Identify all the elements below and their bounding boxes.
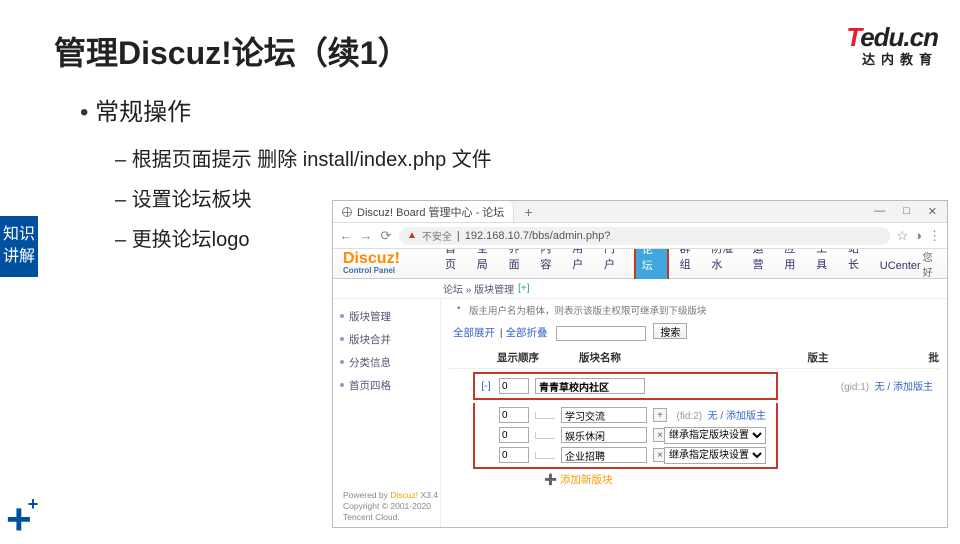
breadcrumb: 论坛 » 版块管理 [+] — [333, 279, 947, 299]
window-maximize-icon[interactable]: □ — [903, 205, 910, 218]
nav-item-3[interactable]: 内容 — [538, 249, 561, 278]
content: 版主用户名为粗体，则表示该版主权限可继承到下级版块 全部展开 | 全部折叠 搜索… — [441, 299, 947, 527]
order-input-2[interactable] — [499, 427, 529, 443]
address-bar: ← → ⟳ ▲ 不安全 | 192.168.10.7/bbs/admin.php… — [333, 223, 947, 249]
bookmark-icon[interactable]: ☆ — [896, 228, 908, 244]
top-nav: Discuz! Control Panel 首页全局界面内容用户门户论坛群组防灌… — [333, 249, 947, 279]
order-input-3[interactable] — [499, 447, 529, 463]
owner-link-0[interactable]: 无 / 添加版主 — [875, 382, 933, 393]
window-minimize-icon[interactable]: — — [874, 205, 885, 218]
nav-item-1[interactable]: 全局 — [475, 249, 498, 278]
nav-item-0[interactable]: 首页 — [443, 249, 466, 278]
nav-item-7[interactable]: 群组 — [678, 249, 701, 278]
forward-button[interactable]: → — [359, 228, 373, 243]
nav-item-4[interactable]: 用户 — [570, 249, 593, 278]
bullet-main: 常规操作 — [80, 92, 191, 127]
crumb-expand[interactable]: [+] — [518, 283, 529, 294]
sidebar-item-2[interactable]: 分类信息 — [333, 351, 440, 374]
head-name: 版块名称 — [579, 350, 621, 365]
insecure-label: 不安全 — [422, 228, 452, 243]
footer: Powered by Discuz! X3.4 Copyright © 2001… — [343, 490, 443, 523]
crumb-text: 论坛 » 版块管理 — [443, 281, 514, 296]
footer-l1: Powered by — [343, 490, 390, 500]
nav-item-2[interactable]: 界面 — [507, 249, 530, 278]
nav-item-10[interactable]: 应用 — [782, 249, 805, 278]
search-input[interactable] — [556, 326, 646, 341]
tab-title: Discuz! Board 管理中心 - 论坛 — [357, 204, 504, 220]
nav-item-6[interactable]: 论坛 — [634, 249, 669, 279]
browser-tab[interactable]: Discuz! Board 管理中心 - 论坛 — [333, 201, 514, 222]
brand-logo: Tedu.cn 达内教育 — [846, 22, 938, 68]
hello-text: 您好 — [923, 249, 947, 279]
slide-title: 管理Discuz!论坛（续1） — [54, 28, 410, 74]
url-field[interactable]: ▲ 不安全 | 192.168.10.7/bbs/admin.php? — [399, 227, 890, 245]
head-batch: 批 — [929, 350, 940, 365]
sidebar-item-1[interactable]: 版块合并 — [333, 328, 440, 351]
logo-t: T — [846, 22, 860, 52]
footer-l2: Copyright © 2001-2020 — [343, 501, 443, 512]
globe-icon — [342, 207, 352, 217]
logo-rest: edu.cn — [860, 22, 938, 52]
menu-icon[interactable]: ⋮ — [928, 228, 941, 244]
discuz-brand: Discuz! Control Panel — [343, 251, 400, 275]
table-head: 显示顺序 版块名称 版主 批 — [449, 347, 939, 369]
gid-1: (fid:2) — [677, 411, 703, 422]
nav-item-9[interactable]: 运营 — [751, 249, 774, 278]
warning-icon: ▲ — [407, 230, 417, 241]
expand-all-link[interactable]: 全部展开 — [453, 327, 495, 339]
head-order: 显示顺序 — [497, 350, 539, 365]
name-input-1[interactable] — [561, 407, 647, 423]
owner-link-1[interactable]: 无 / 添加版主 — [708, 411, 766, 422]
nav-item-13[interactable]: UCenter — [878, 254, 923, 278]
new-tab-button[interactable]: + — [524, 204, 532, 220]
gid-0: (gid:1) — [841, 382, 869, 393]
corner-decor: ++ — [6, 507, 42, 534]
inherit-select-3[interactable]: 继承指定版块设置 — [664, 447, 766, 464]
highlight-box: [-] — [473, 372, 778, 400]
collapse-all-link[interactable]: 全部折叠 — [506, 327, 548, 339]
reload-button[interactable]: ⟳ — [379, 228, 393, 244]
footer-l3: Tencent Cloud. — [343, 512, 443, 523]
titlebar: Discuz! Board 管理中心 - 论坛 + — □ ✕ — [333, 201, 947, 223]
window-close-icon[interactable]: ✕ — [928, 205, 937, 218]
browser-window: Discuz! Board 管理中心 - 论坛 + — □ ✕ ← → ⟳ ▲ … — [332, 200, 948, 528]
forum-row-0: [-] — [479, 376, 772, 396]
url-text: 192.168.10.7/bbs/admin.php? — [465, 230, 611, 242]
plus-icon: ➕ — [544, 474, 557, 486]
side-tab: 知识讲解 — [0, 216, 38, 277]
head-owner: 版主 — [808, 350, 829, 365]
add-child-button[interactable]: + — [653, 408, 667, 422]
name-input-3[interactable] — [561, 447, 647, 463]
sub-1: 根据页面提示 删除 install/index.php 文件 — [115, 140, 492, 180]
tree-line-icon — [535, 432, 555, 439]
sidebar-item-0[interactable]: 版块管理 — [333, 305, 440, 328]
highlight-box-2: + (fid:2) 无 / 添加版主 — [473, 403, 778, 469]
add-new-label: 添加新版块 — [560, 474, 613, 486]
order-input-1[interactable] — [499, 407, 529, 423]
name-input-0[interactable] — [535, 378, 645, 394]
profile-icon[interactable]: ◑ — [914, 228, 922, 243]
nav-item-5[interactable]: 门户 — [602, 249, 625, 278]
nav-item-12[interactable]: 站长 — [846, 249, 869, 278]
tree-line-icon — [535, 452, 555, 459]
back-button[interactable]: ← — [339, 228, 353, 243]
tree-line-icon — [535, 412, 555, 419]
search-button[interactable]: 搜索 — [653, 323, 687, 339]
brand-sub: Control Panel — [343, 267, 400, 275]
order-input-0[interactable] — [499, 378, 529, 394]
nav-item-8[interactable]: 防灌水 — [709, 249, 741, 278]
brand-main: Discuz! — [343, 251, 400, 267]
collapse-toggle[interactable]: [-] — [479, 380, 493, 392]
sidebar: 版块管理版块合并分类信息首页四格 Powered by Discuz! X3.4… — [333, 299, 441, 527]
nav-item-11[interactable]: 工具 — [814, 249, 837, 278]
name-input-2[interactable] — [561, 427, 647, 443]
sidebar-item-3[interactable]: 首页四格 — [333, 374, 440, 397]
inherit-select-2[interactable]: 继承指定版块设置 — [664, 427, 766, 444]
expand-line: 全部展开 | 全部折叠 搜索 — [453, 323, 939, 341]
tip: 版主用户名为粗体，则表示该版主权限可继承到下级版块 — [449, 303, 939, 317]
add-new-forum[interactable]: ➕ 添加新版块 — [449, 472, 939, 487]
